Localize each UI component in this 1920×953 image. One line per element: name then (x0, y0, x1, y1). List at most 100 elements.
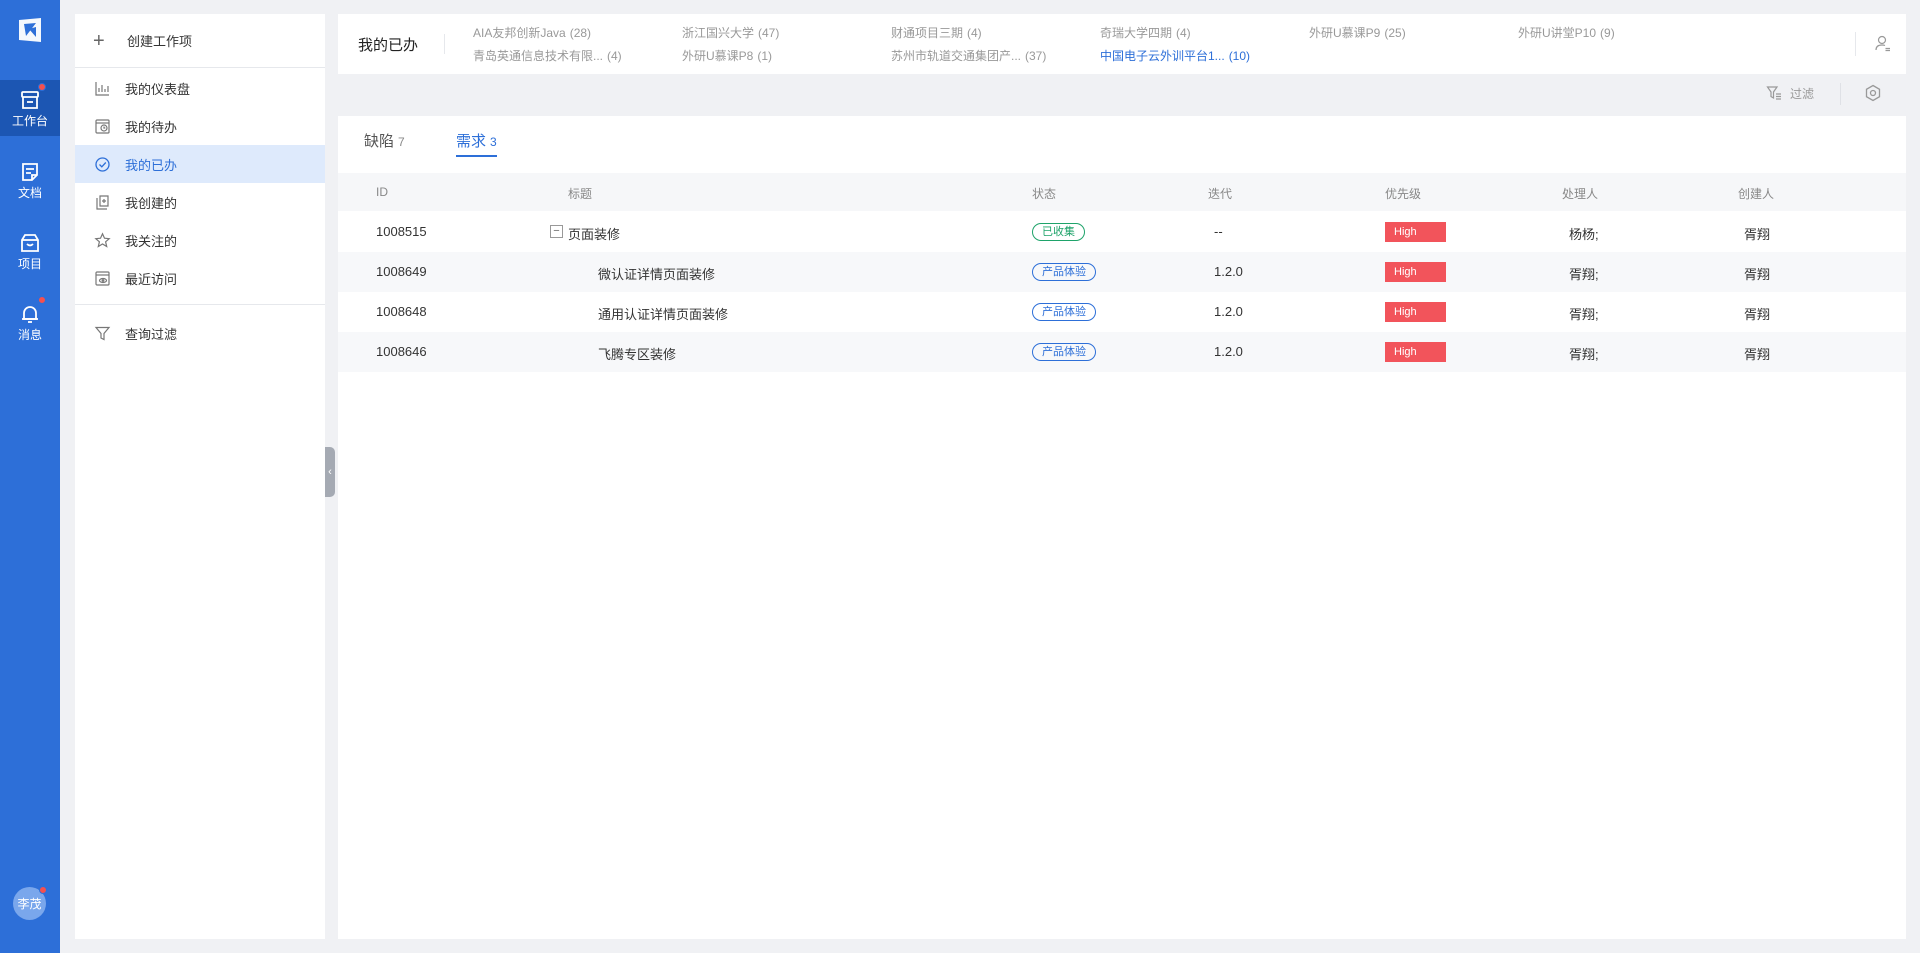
tab-label: 需求 (456, 133, 487, 150)
project-name: 青岛英通信息技术有限... (473, 49, 604, 63)
divider (1840, 83, 1841, 105)
status-badge: 产品体验 (1032, 263, 1096, 281)
create-work-item-label: 创建工作项 (127, 34, 193, 49)
cell-title[interactable]: 页面装修 (568, 224, 620, 243)
project-tabs-bar: 我的已办 AIA友邦创新Java (28) 浙江国兴大学 (47) 财通项目三期 (4… (338, 14, 1906, 74)
sidebar-item-recent[interactable]: 最近访问 (75, 259, 325, 297)
status-badge: 产品体验 (1032, 303, 1096, 321)
sidebar-item-query-filter[interactable]: 查询过滤 (75, 314, 325, 352)
sidebar-collapse-handle[interactable]: ‹ (325, 447, 335, 497)
app-logo-icon[interactable] (17, 17, 43, 43)
notification-dot (38, 296, 46, 304)
project-tab[interactable]: 财通项目三期 (4) (891, 24, 982, 41)
page-title: 我的已办 (358, 37, 419, 54)
rail-item-message[interactable]: 消息 (0, 294, 60, 350)
project-tab[interactable]: 浙江国兴大学 (47) (682, 24, 779, 41)
cell-title[interactable]: 飞腾专区装修 (598, 344, 676, 363)
project-tab[interactable]: 外研U慕课P8 (1) (682, 47, 772, 64)
status-badge: 产品体验 (1032, 343, 1096, 361)
tab-label: 缺陷 (364, 133, 395, 150)
cell-handler: 胥翔; (1569, 267, 1599, 282)
tab-defects[interactable]: 缺陷 7 (364, 130, 405, 155)
table-row[interactable]: 1008646 飞腾专区装修 产品体验 1.2.0 High 胥翔; 胥翔 (338, 332, 1906, 372)
project-name: 奇瑞大学四期 (1100, 26, 1173, 40)
star-icon (94, 231, 111, 248)
project-tab[interactable]: 苏州市轨道交通集团产... (37) (891, 47, 1046, 64)
column-header-handler[interactable]: 处理人 (1562, 185, 1598, 202)
table-row[interactable]: 1008515 − 页面装修 已收集 -- High 杨杨; 胥翔 (338, 212, 1906, 252)
table-row[interactable]: 1008649 微认证详情页面装修 产品体验 1.2.0 High 胥翔; 胥翔 (338, 252, 1906, 292)
avatar-text: 李茂 (17, 897, 42, 911)
cell-id: 1008646 (376, 344, 427, 359)
settings-icon[interactable] (1864, 84, 1882, 102)
project-tab[interactable]: 外研U慕课P9 (25) (1309, 24, 1406, 41)
project-name: 浙江国兴大学 (682, 26, 755, 40)
created-icon (96, 194, 109, 210)
filter-icon (94, 326, 111, 340)
cell-id: 1008649 (376, 264, 427, 279)
project-count: (9) (1600, 26, 1615, 40)
rail-item-label: 消息 (17, 327, 42, 342)
sidebar-item-label: 我的已办 (125, 157, 178, 173)
project-tab[interactable]: 外研U讲堂P10 (9) (1518, 24, 1615, 41)
project-count: (4) (607, 49, 622, 63)
create-work-item-button[interactable]: + 创建工作项 (75, 14, 325, 68)
column-header-id[interactable]: ID (376, 185, 388, 199)
sidebar-item-done[interactable]: 我的已办 (75, 145, 325, 183)
column-header-status[interactable]: 状态 (1032, 185, 1056, 202)
rail-item-document[interactable]: 文档 (0, 152, 60, 208)
project-count: (4) (967, 26, 982, 40)
nav-rail: 工作台 文档 项目 消息 李茂 (0, 0, 60, 953)
project-name: 外研U慕课P8 (682, 49, 754, 63)
column-header-priority[interactable]: 优先级 (1385, 185, 1421, 202)
sidebar-item-label: 我的待办 (125, 119, 178, 135)
priority-badge: High (1385, 262, 1446, 282)
project-count: (10) (1228, 49, 1251, 63)
tab-requirements[interactable]: 需求 3 (456, 130, 497, 157)
rail-item-project[interactable]: 项目 (0, 223, 60, 279)
column-header-iteration[interactable]: 迭代 (1208, 185, 1232, 202)
dashboard-icon (95, 81, 109, 96)
cell-iteration: 1.2.0 (1214, 304, 1243, 319)
sidebar-item-todo[interactable]: 我的待办 (75, 107, 325, 145)
sidebar-item-label: 查询过滤 (125, 326, 178, 342)
filter-button[interactable]: 过滤 (1766, 83, 1814, 103)
sidebar-item-dashboard[interactable]: 我的仪表盘 (75, 69, 325, 107)
divider (1855, 32, 1856, 56)
rail-item-workbench[interactable]: 工作台 (0, 80, 60, 136)
table-row[interactable]: 1008648 通用认证详情页面装修 产品体验 1.2.0 High 胥翔; 胥… (338, 292, 1906, 332)
project-count: (25) (1384, 26, 1406, 40)
project-tab[interactable]: 青岛英通信息技术有限... (4) (473, 47, 622, 64)
cell-title[interactable]: 微认证详情页面装修 (598, 264, 715, 283)
project-name: 苏州市轨道交通集团产... (891, 49, 1022, 63)
project-name: AIA友邦创新Java (473, 26, 566, 40)
project-tab-active[interactable]: 中国电子云外训平台1... (10) (1100, 47, 1250, 64)
sidebar-item-label: 我关注的 (125, 233, 178, 249)
sidebar-item-following[interactable]: 我关注的 (75, 221, 325, 259)
user-settings-icon[interactable] (1874, 34, 1892, 52)
column-header-creator[interactable]: 创建人 (1738, 185, 1774, 202)
sidebar: + 创建工作项 我的仪表盘 我的待办 我的已办 我创建的 我关注的 最近访问 查… (75, 14, 325, 939)
done-check-icon (95, 156, 110, 172)
cell-title[interactable]: 通用认证详情页面装修 (598, 304, 728, 323)
filter-label: 过滤 (1790, 86, 1815, 101)
priority-badge: High (1385, 222, 1446, 242)
project-tab[interactable]: AIA友邦创新Java (28) (473, 24, 591, 41)
bell-icon (22, 305, 38, 323)
project-count: (47) (758, 26, 780, 40)
project-icon (21, 233, 39, 252)
cell-handler: 杨杨; (1569, 227, 1599, 242)
status-badge: 已收集 (1032, 223, 1085, 241)
sidebar-item-created[interactable]: 我创建的 (75, 183, 325, 221)
notification-dot (39, 886, 47, 894)
document-icon (22, 162, 38, 181)
project-name: 财通项目三期 (891, 26, 964, 40)
collapse-toggle-icon[interactable]: − (550, 225, 563, 238)
notification-dot (38, 83, 46, 91)
priority-badge: High (1385, 302, 1446, 322)
cell-creator: 胥翔 (1744, 227, 1771, 242)
sidebar-item-label: 最近访问 (125, 271, 178, 287)
divider (444, 34, 445, 54)
project-tab[interactable]: 奇瑞大学四期 (4) (1100, 24, 1191, 41)
column-header-title[interactable]: 标题 (568, 185, 592, 202)
